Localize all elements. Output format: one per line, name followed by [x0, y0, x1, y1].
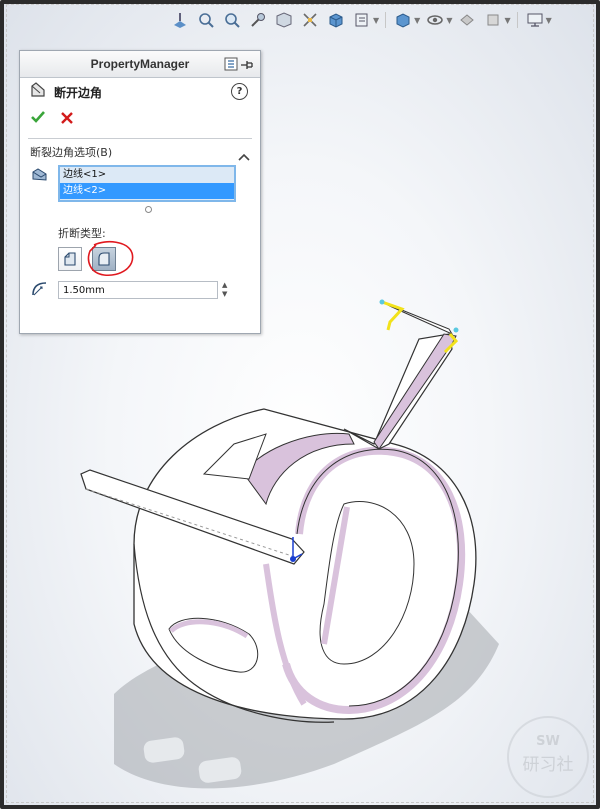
edge-selection-area: 边线<1> 边线<2>: [20, 165, 260, 202]
dynamic-annotation-icon[interactable]: [299, 10, 321, 30]
panel-controls: [224, 56, 254, 75]
watermark-line1: SW: [536, 734, 560, 749]
monitor-icon[interactable]: [524, 10, 546, 30]
feature-heading: 断开边角 ?: [20, 78, 260, 106]
list-resize-handle[interactable]: [145, 206, 152, 213]
apply-scene-icon[interactable]: [456, 10, 478, 30]
chevron-down-icon[interactable]: ▼: [504, 16, 510, 25]
expand-panel-icon[interactable]: [224, 56, 238, 75]
edge-list-item[interactable]: 边线<1>: [60, 167, 234, 183]
spin-down-icon[interactable]: ▼: [222, 290, 227, 299]
chevron-down-icon[interactable]: ▼: [414, 16, 420, 25]
property-manager-header: PropertyManager: [20, 51, 260, 78]
cancel-x-icon[interactable]: [60, 110, 74, 129]
edge-select-icon: [30, 165, 50, 202]
help-icon[interactable]: ?: [231, 83, 248, 100]
toolbar-separator: [385, 12, 387, 28]
graphics-area[interactable]: ▼ ▼ ▼ ▼ ▼ PropertyManager 断开边角 ? 断裂边角选项(…: [4, 4, 596, 805]
radius-spinner[interactable]: ▲ ▼: [222, 281, 227, 299]
selected-edge-1: [381, 300, 405, 331]
view-orientation-icon[interactable]: [169, 10, 191, 30]
edge-vertex: [453, 327, 459, 333]
zoom-to-area-icon[interactable]: [221, 10, 243, 30]
collapse-chevron-up-icon[interactable]: [238, 146, 250, 165]
zoom-to-fit-icon[interactable]: [195, 10, 217, 30]
edge-selection-listbox[interactable]: 边线<1> 边线<2>: [58, 165, 236, 202]
radius-icon: [30, 279, 50, 301]
property-manager-title: PropertyManager: [90, 57, 190, 71]
fillet-button-wrapper: [87, 240, 134, 277]
pin-icon[interactable]: [240, 56, 254, 75]
chamfer-icon: [64, 252, 76, 266]
edit-appearance-icon[interactable]: [424, 10, 446, 30]
heads-up-view-toolbar: ▼ ▼ ▼ ▼ ▼: [169, 9, 552, 31]
previous-view-icon[interactable]: [247, 10, 269, 30]
break-corner-options-group-header[interactable]: 断裂边角选项(B): [20, 139, 260, 165]
chamfer-break-type-button[interactable]: [58, 247, 82, 271]
break-corner-icon: [28, 80, 48, 104]
watermark-logo: SW 研习社: [507, 716, 589, 798]
display-style-icon[interactable]: [351, 10, 373, 30]
break-type-label: 折断类型:: [58, 227, 106, 240]
spin-up-icon[interactable]: ▲: [222, 281, 227, 290]
ok-check-icon[interactable]: [30, 109, 46, 129]
edge-vertex: [379, 299, 385, 305]
group-title: 断裂边角选项(B): [30, 146, 113, 159]
radius-input[interactable]: 1.50mm: [58, 281, 218, 299]
property-manager-panel: PropertyManager 断开边角 ? 断裂边角选项(B) 边线<1> 边…: [19, 50, 261, 334]
radius-row: 1.50mm ▲ ▼: [20, 271, 260, 301]
hide-show-items-icon[interactable]: [392, 10, 414, 30]
feature-title: 断开边角: [54, 85, 103, 100]
watermark-line2: 研习社: [523, 755, 574, 775]
chevron-down-icon[interactable]: ▼: [373, 16, 379, 25]
section-view-icon[interactable]: [273, 10, 295, 30]
view-settings-icon[interactable]: [482, 10, 504, 30]
chevron-down-icon[interactable]: ▼: [546, 16, 552, 25]
chevron-down-icon[interactable]: ▼: [446, 16, 452, 25]
view-orientation-cube-icon[interactable]: [325, 10, 347, 30]
fillet-break-type-button[interactable]: [92, 247, 116, 271]
fillet-icon: [98, 252, 110, 266]
toolbar-separator: [516, 12, 518, 28]
edge-list-item-selected[interactable]: 边线<2>: [60, 183, 234, 199]
break-type-options: [20, 240, 260, 277]
ok-cancel-bar: [20, 106, 260, 132]
